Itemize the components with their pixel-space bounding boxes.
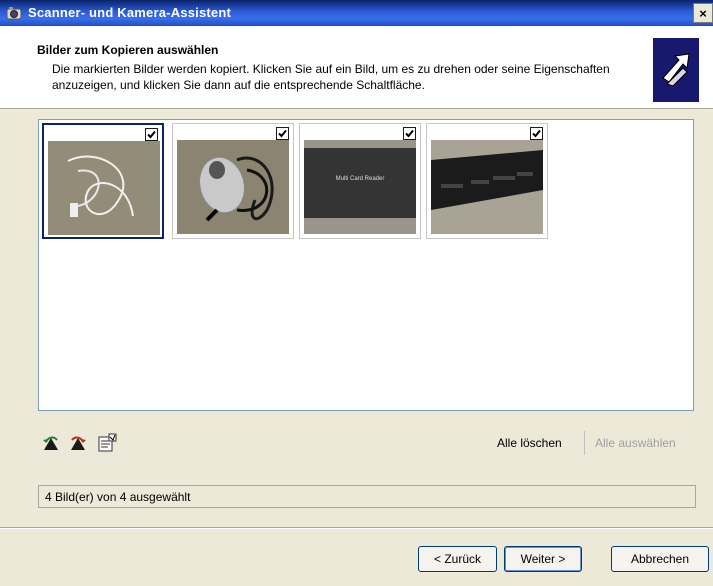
- properties-icon[interactable]: [96, 432, 118, 454]
- rotate-right-icon[interactable]: [67, 432, 89, 454]
- toolbar-separator: [584, 431, 585, 455]
- checkmark-icon: [532, 129, 541, 138]
- checkbox[interactable]: [403, 127, 416, 140]
- checkmark-icon: [147, 130, 156, 139]
- wizard-arrow-icon: [653, 38, 699, 102]
- card-reader-slots-photo: [431, 140, 543, 234]
- window-title: Scanner- und Kamera-Assistent: [28, 5, 232, 20]
- image-list[interactable]: Multi Card Reader: [38, 119, 694, 411]
- camera-icon: [6, 7, 22, 20]
- printed-label: Multi Card Reader: [336, 176, 385, 182]
- next-button[interactable]: Weiter >: [504, 546, 582, 572]
- image-thumbnail[interactable]: Multi Card Reader: [299, 123, 421, 239]
- close-button[interactable]: ×: [693, 3, 713, 23]
- checkbox[interactable]: [276, 127, 289, 140]
- select-all-link[interactable]: Alle auswählen: [595, 436, 676, 450]
- mouse-photo: [177, 140, 289, 234]
- card-reader-photo: Multi Card Reader: [304, 140, 416, 234]
- wizard-header: Bilder zum Kopieren auswählen Die markie…: [0, 26, 713, 109]
- checkbox[interactable]: [145, 128, 158, 141]
- page-title: Bilder zum Kopieren auswählen: [37, 43, 219, 57]
- cable-photo: [48, 141, 160, 235]
- image-thumbnail[interactable]: [172, 123, 294, 239]
- rotate-left-icon[interactable]: [40, 432, 62, 454]
- clear-all-link[interactable]: Alle löschen: [497, 436, 562, 450]
- title-bar: Scanner- und Kamera-Assistent ×: [0, 0, 713, 26]
- footer-divider: [0, 527, 713, 529]
- status-field: 4 Bild(er) von 4 ausgewählt: [38, 485, 696, 508]
- page-description: Die markierten Bilder werden kopiert. Kl…: [52, 62, 610, 92]
- cancel-button[interactable]: Abbrechen: [611, 546, 709, 572]
- checkmark-icon: [405, 129, 414, 138]
- image-thumbnail[interactable]: [426, 123, 548, 239]
- image-thumbnail[interactable]: [42, 123, 164, 239]
- checkmark-icon: [278, 129, 287, 138]
- checkbox[interactable]: [530, 127, 543, 140]
- back-button[interactable]: < Zurück: [418, 546, 497, 572]
